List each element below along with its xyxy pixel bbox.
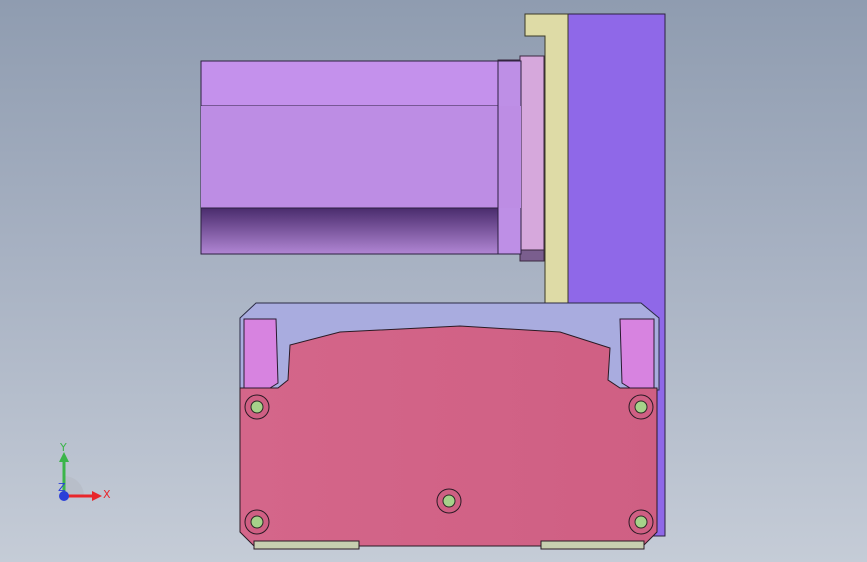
z-axis-label: Z [58, 481, 66, 494]
x-axis-label: X [103, 488, 111, 501]
motor-body [200, 60, 522, 255]
x-axis-arrow-icon [92, 491, 102, 501]
gearbox-housing [239, 325, 658, 550]
screw-center [436, 488, 462, 514]
orientation-triad[interactable]: Y X Z [44, 440, 124, 510]
screw-bottom-right [628, 509, 654, 535]
assembly-model[interactable] [0, 0, 867, 562]
screw-top-right [628, 394, 654, 420]
screw-bottom-left [244, 509, 270, 535]
screw-top-left [244, 394, 270, 420]
y-axis-label: Y [59, 441, 67, 454]
cad-viewport[interactable]: Y X Z [0, 0, 867, 562]
